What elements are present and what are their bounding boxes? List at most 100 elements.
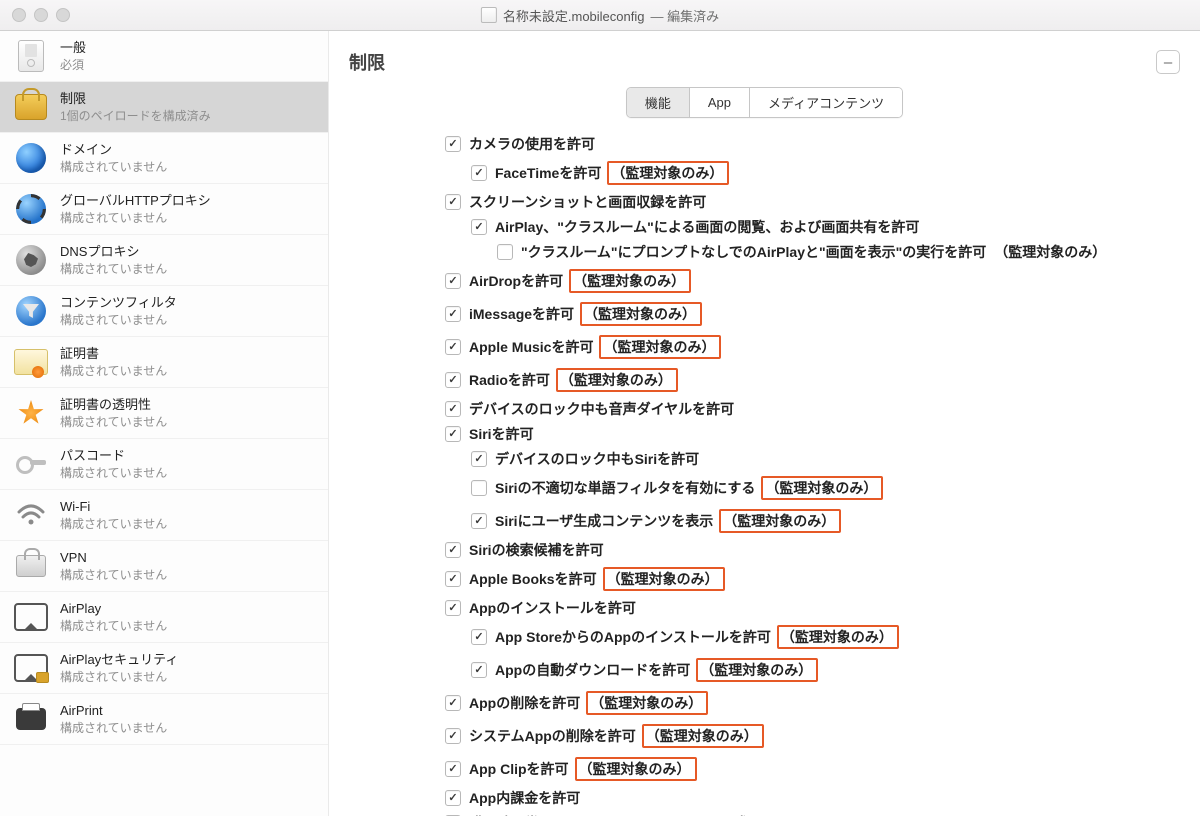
- sidebar-item-label: ドメイン: [60, 141, 167, 159]
- sidebar-item-wifi[interactable]: Wi-Fi構成されていません: [0, 490, 328, 541]
- window-title: 名称未設定.mobileconfig — 編集済み: [481, 6, 719, 25]
- checkbox[interactable]: [445, 339, 461, 355]
- sidebar-item-airplays[interactable]: AirPlayセキュリティ構成されていません: [0, 643, 328, 694]
- ct-icon: [14, 396, 48, 430]
- window-controls: [12, 8, 70, 22]
- sidebar-item-sub: 構成されていません: [60, 669, 178, 685]
- checkbox[interactable]: [445, 306, 461, 322]
- sidebar-item-sub: 構成されていません: [60, 363, 167, 379]
- checkbox[interactable]: [445, 372, 461, 388]
- sidebar-item-vpn[interactable]: VPN構成されていません: [0, 541, 328, 592]
- checkbox[interactable]: [471, 451, 487, 467]
- option-row: App Clipを許可 （監理対象のみ）: [445, 757, 1180, 781]
- minimize-window-button[interactable]: [34, 8, 48, 22]
- proxy-icon: [14, 192, 48, 226]
- dirty-status: — 編集済み: [650, 6, 719, 25]
- checkbox[interactable]: [445, 728, 461, 744]
- sidebar-item-pass[interactable]: パスコード構成されていません: [0, 439, 328, 490]
- sidebar-item-proxy[interactable]: グローバルHTTPプロキシ構成されていません: [0, 184, 328, 235]
- option-label: Apple Musicを許可: [469, 340, 593, 354]
- tab-app[interactable]: App: [690, 88, 750, 117]
- sidebar-item-domain[interactable]: ドメイン構成されていません: [0, 133, 328, 184]
- collapse-button[interactable]: –: [1156, 50, 1180, 74]
- general-icon: [14, 39, 48, 73]
- option-label: Appのインストールを許可: [469, 601, 636, 615]
- domain-icon: [14, 141, 48, 175]
- sidebar-item-ct[interactable]: 証明書の透明性構成されていません: [0, 388, 328, 439]
- option-row: Siriにユーザ生成コンテンツを表示（監理対象のみ）: [471, 509, 1180, 533]
- checkbox[interactable]: [445, 426, 461, 442]
- titlebar: 名称未設定.mobileconfig — 編集済み: [0, 0, 1200, 31]
- sidebar-item-airprint[interactable]: AirPrint構成されていません: [0, 694, 328, 745]
- sidebar-item-airplay[interactable]: AirPlay構成されていません: [0, 592, 328, 643]
- checkbox[interactable]: [471, 662, 487, 678]
- checkbox[interactable]: [471, 480, 487, 496]
- wifi-icon: [14, 498, 48, 532]
- option-label: スクリーンショットと画面収録を許可: [469, 195, 706, 209]
- checkbox[interactable]: [445, 136, 461, 152]
- option-label: App内課金を許可: [469, 791, 580, 805]
- supervised-badge: （監理対象のみ）: [575, 757, 697, 781]
- filter-icon: [14, 294, 48, 328]
- option-label: AirPlay、"クラスルーム"による画面の閲覧、および画面共有を許可: [495, 220, 919, 234]
- sidebar-item-sub: 構成されていません: [60, 261, 167, 277]
- option-row: Appの削除を許可（監理対象のみ）: [445, 691, 1180, 715]
- sidebar-item-dns[interactable]: DNSプロキシ構成されていません: [0, 235, 328, 286]
- sidebar-item-sub: 構成されていません: [60, 465, 167, 481]
- checkbox[interactable]: [497, 244, 513, 260]
- checkbox[interactable]: [445, 273, 461, 289]
- option-row: Apple Musicを許可 （監理対象のみ）: [445, 335, 1180, 359]
- option-row: Siriの検索候補を許可: [445, 542, 1180, 558]
- option-label: Siriの不適切な単語フィルタを有効にする: [495, 481, 755, 495]
- checkbox[interactable]: [445, 542, 461, 558]
- checkbox[interactable]: [445, 194, 461, 210]
- sidebar-item-label: AirPlay: [60, 600, 167, 618]
- airplay-icon: [14, 600, 48, 634]
- option-row: Appのインストールを許可: [445, 600, 1180, 616]
- checkbox[interactable]: [471, 165, 487, 181]
- sidebar-item-label: 一般: [60, 39, 86, 57]
- option-row: AirPlay、"クラスルーム"による画面の閲覧、および画面共有を許可: [471, 219, 1180, 235]
- checkbox[interactable]: [445, 571, 461, 587]
- checkbox[interactable]: [445, 695, 461, 711]
- zoom-window-button[interactable]: [56, 8, 70, 22]
- option-label: App Clipを許可: [469, 762, 569, 776]
- option-label: AirDropを許可: [469, 274, 563, 288]
- option-row: Radioを許可（監理対象のみ）: [445, 368, 1180, 392]
- sidebar-item-cert[interactable]: 証明書構成されていません: [0, 337, 328, 388]
- supervised-badge: （監理対象のみ）: [569, 269, 691, 293]
- option-label: Appの削除を許可: [469, 696, 580, 710]
- sidebar-item-sub: 1個のペイロードを構成済み: [60, 108, 211, 124]
- option-row: デバイスのロック中も音声ダイヤルを許可: [445, 401, 1180, 417]
- cert-icon: [14, 345, 48, 379]
- tab-media[interactable]: メディアコンテンツ: [750, 88, 902, 117]
- supervised-badge: （監理対象のみ）: [603, 567, 725, 591]
- document-icon: [481, 7, 497, 23]
- checkbox[interactable]: [471, 219, 487, 235]
- checkbox[interactable]: [445, 790, 461, 806]
- option-label: Siriの検索候補を許可: [469, 543, 604, 557]
- checkbox[interactable]: [445, 761, 461, 777]
- sidebar: 一般必須制限1個のペイロードを構成済みドメイン構成されていませんグローバルHTT…: [0, 31, 329, 816]
- option-row: システムAppの削除を許可（監理対象のみ）: [445, 724, 1180, 748]
- checkbox[interactable]: [471, 629, 487, 645]
- option-row: Siriの不適切な単語フィルタを有効にする（監理対象のみ）: [471, 476, 1180, 500]
- checkbox[interactable]: [471, 513, 487, 529]
- sidebar-item-general[interactable]: 一般必須: [0, 31, 328, 82]
- sidebar-item-sub: 構成されていません: [60, 618, 167, 634]
- option-label: システムAppの削除を許可: [469, 729, 636, 743]
- option-row: Appの自動ダウンロードを許可（監理対象のみ）: [471, 658, 1180, 682]
- close-window-button[interactable]: [12, 8, 26, 22]
- option-row: カメラの使用を許可: [445, 136, 1180, 152]
- checkbox[interactable]: [445, 600, 461, 616]
- content: 制限 – 機能 App メディアコンテンツ カメラの使用を許可FaceTimeを…: [329, 31, 1200, 816]
- tab-functions[interactable]: 機能: [627, 88, 690, 117]
- sidebar-item-label: 証明書: [60, 345, 167, 363]
- checkbox[interactable]: [445, 401, 461, 417]
- sidebar-item-restrict[interactable]: 制限1個のペイロードを構成済み: [0, 82, 328, 133]
- sidebar-item-filter[interactable]: コンテンツフィルタ構成されていません: [0, 286, 328, 337]
- supervised-badge: （監理対象のみ）: [607, 161, 729, 185]
- supervised-badge: （監理対象のみ）: [556, 368, 678, 392]
- supervised-badge: （監理対象のみ）: [599, 335, 721, 359]
- option-label: Siriにユーザ生成コンテンツを表示: [495, 514, 713, 528]
